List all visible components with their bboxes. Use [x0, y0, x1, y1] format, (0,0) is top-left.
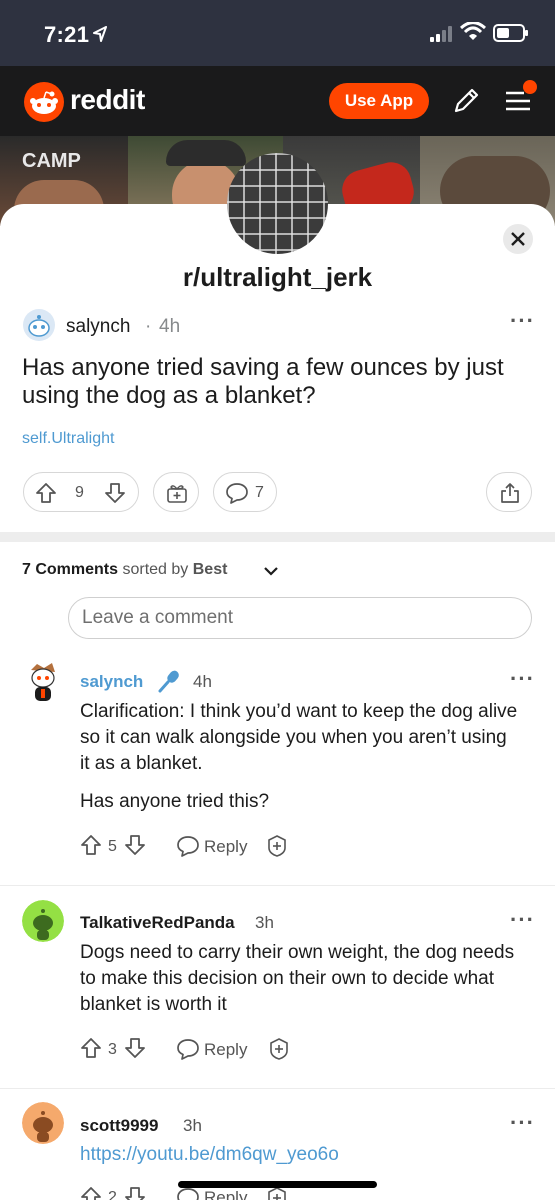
- upvote-icon[interactable]: [80, 834, 102, 856]
- comment-score: 3: [108, 1041, 117, 1058]
- post-score: 9: [75, 484, 84, 501]
- downvote-icon[interactable]: [124, 834, 146, 856]
- comment-score: 2: [108, 1189, 117, 1200]
- award-icon[interactable]: [265, 834, 289, 858]
- comment-author-avatar[interactable]: [22, 660, 64, 702]
- award-button[interactable]: [153, 472, 199, 512]
- close-icon: [511, 232, 525, 246]
- banner-camp-text: CAMP: [22, 150, 81, 172]
- status-bar: 7:21: [0, 0, 555, 66]
- award-icon: [167, 485, 187, 503]
- post-flair-link[interactable]: self.Ultralight: [22, 430, 114, 448]
- reply-icon[interactable]: [176, 1038, 200, 1060]
- comment-age: 3h: [183, 1116, 202, 1135]
- sorted-by-label: sorted by: [122, 561, 189, 578]
- sort-value[interactable]: Best: [193, 561, 228, 578]
- comment-more-icon[interactable]: ···: [510, 1112, 535, 1134]
- comments-sort-line[interactable]: 7 Comments sorted by Best: [22, 561, 227, 579]
- notification-dot: [523, 80, 537, 94]
- reply-icon[interactable]: [176, 835, 200, 857]
- battery-icon: [493, 24, 528, 42]
- post-comment-count: 7: [255, 484, 264, 501]
- comment-more-icon[interactable]: ···: [510, 668, 535, 690]
- reply-button[interactable]: Reply: [204, 1188, 247, 1200]
- comment-link[interactable]: https://youtu.be/dm6qw_yeo6o: [80, 1144, 339, 1166]
- comment-body: Has anyone tried this?: [80, 791, 270, 812]
- downvote-icon[interactable]: [124, 1186, 146, 1200]
- upvote-icon[interactable]: [80, 1037, 102, 1059]
- reply-icon[interactable]: [176, 1187, 200, 1200]
- comment-author[interactable]: scott9999: [80, 1116, 158, 1136]
- downvote-icon[interactable]: [104, 482, 126, 504]
- signal-icon: [430, 26, 452, 42]
- comment-author[interactable]: TalkativeRedPanda: [80, 913, 235, 933]
- comment-count-label: 7 Comments: [22, 561, 119, 578]
- comment-icon: [226, 483, 248, 504]
- comment-input[interactable]: [68, 597, 532, 639]
- award-icon[interactable]: [267, 1037, 291, 1061]
- subreddit-avatar[interactable]: [227, 153, 328, 254]
- comment-divider: [0, 1088, 555, 1089]
- comment-author-avatar[interactable]: [22, 900, 64, 942]
- chevron-down-icon[interactable]: [263, 565, 279, 577]
- post-title: Has anyone tried saving a few ounces by …: [22, 354, 504, 409]
- brand-wordmark[interactable]: reddit: [70, 84, 145, 116]
- comment-divider: [0, 885, 555, 886]
- comments-button[interactable]: 7: [213, 472, 277, 512]
- upvote-icon[interactable]: [35, 482, 57, 504]
- microphone-icon: [158, 670, 179, 693]
- comment-age: 4h: [193, 672, 212, 691]
- post-more-icon[interactable]: ···: [510, 310, 535, 332]
- post-age: 4h: [159, 316, 181, 337]
- close-button[interactable]: [503, 224, 533, 254]
- reddit-header: reddit Use App: [0, 66, 555, 136]
- comment-author-avatar[interactable]: [22, 1102, 64, 1144]
- vote-pill: 9: [23, 472, 139, 512]
- snoo-icon[interactable]: [24, 82, 64, 122]
- downvote-icon[interactable]: [124, 1037, 146, 1059]
- award-icon[interactable]: [265, 1186, 289, 1200]
- home-indicator[interactable]: [178, 1181, 377, 1188]
- reply-button[interactable]: Reply: [204, 1040, 247, 1060]
- location-arrow-icon: [93, 26, 107, 42]
- comment-body: Dogs need to carry their own weight, the…: [80, 942, 515, 1015]
- pencil-icon[interactable]: [450, 85, 482, 117]
- comment-body: Clarification: I think you’d want to kee…: [80, 701, 518, 774]
- share-icon: [501, 483, 519, 503]
- comment-age: 3h: [255, 913, 274, 932]
- use-app-button[interactable]: Use App: [329, 83, 429, 119]
- subreddit-name[interactable]: r/ultralight_jerk: [0, 262, 555, 293]
- comment-more-icon[interactable]: ···: [510, 909, 535, 931]
- post-author[interactable]: salynch: [66, 316, 130, 338]
- section-divider: [0, 532, 555, 542]
- status-time: 7:21: [44, 22, 90, 47]
- reply-button[interactable]: Reply: [204, 837, 247, 857]
- share-button[interactable]: [486, 472, 532, 512]
- meta-separator: ·: [145, 316, 152, 337]
- comment-score: 5: [108, 838, 117, 855]
- post-author-avatar[interactable]: [22, 308, 56, 342]
- wifi-icon: [460, 22, 486, 40]
- upvote-icon[interactable]: [80, 1186, 102, 1200]
- comment-author[interactable]: salynch: [80, 672, 143, 692]
